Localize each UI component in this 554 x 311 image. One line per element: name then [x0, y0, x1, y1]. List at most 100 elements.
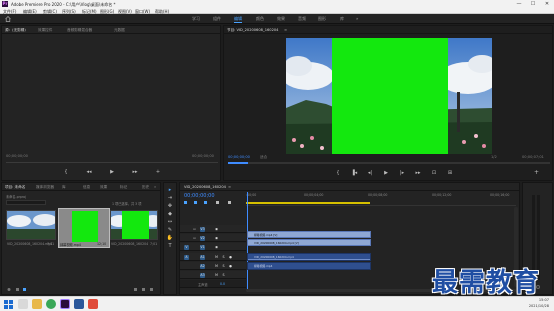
timeline-clip-a1[interactable]: VID_20200608_160204.mp4 [247, 253, 371, 261]
step-back-button[interactable]: ◂| [366, 170, 374, 176]
tab-history[interactable]: 历史 [142, 185, 149, 190]
list-view-icon[interactable] [16, 288, 19, 291]
quality-dropdown[interactable]: 1/2 [491, 155, 497, 159]
sequence-thumbnail[interactable] [110, 210, 158, 240]
track-name-a1[interactable]: A1 [200, 254, 205, 260]
go-to-in-button[interactable]: ▐◂ [350, 170, 358, 176]
maximize-button[interactable]: ☐ [526, 0, 540, 8]
new-bin-icon[interactable] [142, 288, 145, 291]
linked-selection-icon[interactable] [194, 201, 197, 204]
track-name-a3[interactable]: A3 [200, 272, 205, 278]
track-lock-icon[interactable]: ▫ [192, 236, 197, 241]
track-name-v2[interactable]: V2 [200, 235, 205, 241]
source-prev-button[interactable]: ◂◂ [85, 169, 93, 175]
tab-sequence[interactable]: VID_20200608_160204 [184, 185, 226, 189]
program-scrubber[interactable] [228, 162, 550, 164]
source-play-button[interactable]: ▶ [108, 169, 116, 175]
trash-icon[interactable] [150, 288, 153, 291]
tab-effect-controls[interactable]: 效果控件 [38, 28, 52, 33]
source-add-button[interactable]: + [154, 169, 162, 175]
workspace-assembly[interactable]: 组件 [213, 16, 221, 22]
timeline-settings-icon[interactable] [216, 201, 219, 204]
tab-source[interactable]: 源：(无剪辑) [5, 28, 26, 33]
eye-icon[interactable]: ◉ [214, 245, 219, 250]
media-thumbnail[interactable] [6, 210, 56, 240]
clock-date[interactable]: 2021/10/28 [505, 304, 549, 308]
close-button[interactable]: ✕ [540, 0, 554, 8]
track-lock-icon[interactable]: ▫ [192, 227, 197, 232]
timeline-ruler[interactable]: :00;00 00;00;04;00 00;00;08;00 00;00;12;… [246, 192, 516, 206]
pencil-icon[interactable] [7, 288, 11, 291]
microphone-icon[interactable]: ● [228, 264, 233, 269]
timeline-clip-a2[interactable]: 绿幕视频.mp4 [247, 262, 371, 270]
source-patch-a1[interactable]: A [184, 254, 189, 260]
track-select-tool-icon[interactable]: ⇥ [166, 195, 174, 201]
track-name-v1[interactable]: V1 [200, 244, 205, 250]
master-value[interactable]: 0.0 [220, 282, 225, 286]
mute-button[interactable]: M [214, 273, 219, 278]
workspace-learn[interactable]: 学习 [192, 16, 200, 22]
word-icon[interactable] [74, 299, 84, 309]
source-scrubber[interactable] [6, 162, 218, 163]
premiere-taskbar-icon[interactable] [60, 299, 70, 309]
timeline-clip-v2[interactable]: 绿幕视频.mp4 [V] [247, 231, 371, 238]
eye-icon[interactable]: ◉ [214, 227, 219, 232]
tab-project[interactable]: 项目: 未命名 [5, 185, 25, 190]
tab-program[interactable]: 节目: VID_20200608_160204 [227, 28, 278, 33]
workspace-editing[interactable]: 编辑 [234, 16, 242, 23]
eye-icon[interactable]: ◉ [214, 236, 219, 241]
program-video-frame[interactable] [286, 38, 492, 154]
comparison-view-button[interactable]: ⊞ [446, 170, 454, 176]
workspace-effects[interactable]: 效果 [277, 16, 285, 22]
mark-in-button[interactable]: { [334, 170, 342, 176]
source-mark-in-button[interactable]: { [62, 169, 70, 175]
fit-dropdown[interactable]: 适合 [260, 155, 267, 160]
tab-info[interactable]: 信息 [83, 185, 90, 190]
mute-button[interactable]: M [214, 264, 219, 269]
tab-markers[interactable]: 标记 [120, 185, 127, 190]
workspace-color[interactable]: 颜色 [256, 16, 264, 22]
pen-tool-icon[interactable]: ✎ [166, 227, 174, 233]
source-patch-v1[interactable]: V [184, 244, 189, 250]
home-icon[interactable] [5, 16, 11, 22]
project-search-input[interactable] [6, 200, 46, 205]
windows-start-icon[interactable] [4, 300, 13, 309]
hand-tool-icon[interactable]: ✋ [166, 235, 174, 241]
minimize-button[interactable]: — [512, 0, 526, 8]
file-explorer-icon[interactable] [32, 299, 42, 309]
slip-tool-icon[interactable]: ↔ [166, 219, 174, 225]
export-frame-button[interactable]: ⊡ [430, 170, 438, 176]
solo-button[interactable]: S [221, 264, 226, 269]
tab-libraries[interactable]: 库 [62, 185, 66, 190]
program-menu-icon[interactable]: ≡ [284, 28, 287, 32]
tab-effects[interactable]: 效果 [100, 185, 107, 190]
timeline-timecode[interactable]: 00;00;00;00 [184, 193, 215, 199]
track-name-v3[interactable]: V3 [200, 226, 205, 232]
step-forward-button[interactable]: |▸ [398, 170, 406, 176]
app-icon[interactable] [88, 299, 98, 309]
clock-time[interactable]: 15:07 [505, 298, 549, 302]
workspace-graphics[interactable]: 图形 [318, 16, 326, 22]
icon-view-icon[interactable] [23, 288, 26, 291]
tab-audio-clip-mixer[interactable]: 音频剪辑混合器 [67, 28, 92, 33]
timeline-menu-icon[interactable]: ≡ [228, 185, 231, 189]
work-area-bar[interactable] [246, 202, 370, 204]
solo-button[interactable]: S [221, 273, 226, 278]
workspace-libraries[interactable]: 库 [340, 16, 344, 22]
ripple-edit-tool-icon[interactable]: ✥ [166, 203, 174, 209]
tab-media-browser[interactable]: 媒体浏览器 [36, 185, 54, 190]
timeline-clip-v1[interactable]: VID_20200608_160204.mp4 [V] [247, 239, 371, 246]
solo-button[interactable]: S [221, 255, 226, 260]
go-to-out-button[interactable]: ▸▸ [414, 170, 422, 176]
tabs-more[interactable]: » [154, 185, 156, 189]
workspace-audio[interactable]: 音频 [298, 16, 306, 22]
snap-icon[interactable] [184, 201, 187, 204]
microphone-icon[interactable]: ● [228, 255, 233, 260]
workspace-more[interactable]: » [356, 16, 358, 21]
add-button[interactable]: + [534, 169, 542, 177]
track-name-a2[interactable]: A2 [200, 263, 205, 269]
new-item-icon[interactable] [134, 288, 137, 291]
razor-tool-icon[interactable]: ◆ [166, 211, 174, 217]
captions-icon[interactable] [228, 201, 231, 204]
source-next-button[interactable]: ▸▸ [131, 169, 139, 175]
